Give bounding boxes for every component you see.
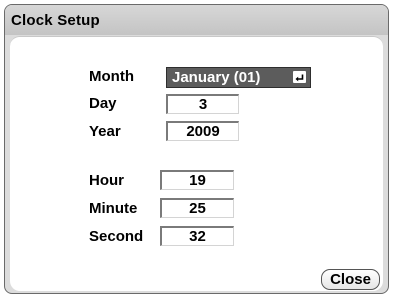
hour-field[interactable]: 19 — [160, 170, 234, 190]
month-value: January (01) — [172, 69, 261, 86]
second-label: Second — [89, 228, 144, 245]
minute-field[interactable]: 25 — [160, 198, 234, 218]
close-button[interactable]: Close — [321, 269, 380, 290]
day-field[interactable]: 3 — [166, 94, 239, 114]
clock-setup-dialog: Clock Setup Month January (01) Day 3 Yea… — [4, 4, 389, 294]
month-dropdown[interactable]: January (01) — [166, 67, 311, 88]
title-bar: Clock Setup — [5, 5, 388, 35]
dialog-title: Clock Setup — [11, 12, 100, 29]
enter-arrow-icon — [293, 71, 306, 83]
second-field[interactable]: 32 — [160, 226, 234, 246]
minute-label: Minute — [89, 200, 138, 217]
day-label: Day — [89, 95, 117, 112]
year-label: Year — [89, 123, 121, 140]
content-panel: Month January (01) Day 3 Year 2009 Hour … — [10, 36, 383, 291]
year-field[interactable]: 2009 — [166, 121, 239, 141]
hour-label: Hour — [89, 172, 124, 189]
month-label: Month — [89, 68, 134, 85]
